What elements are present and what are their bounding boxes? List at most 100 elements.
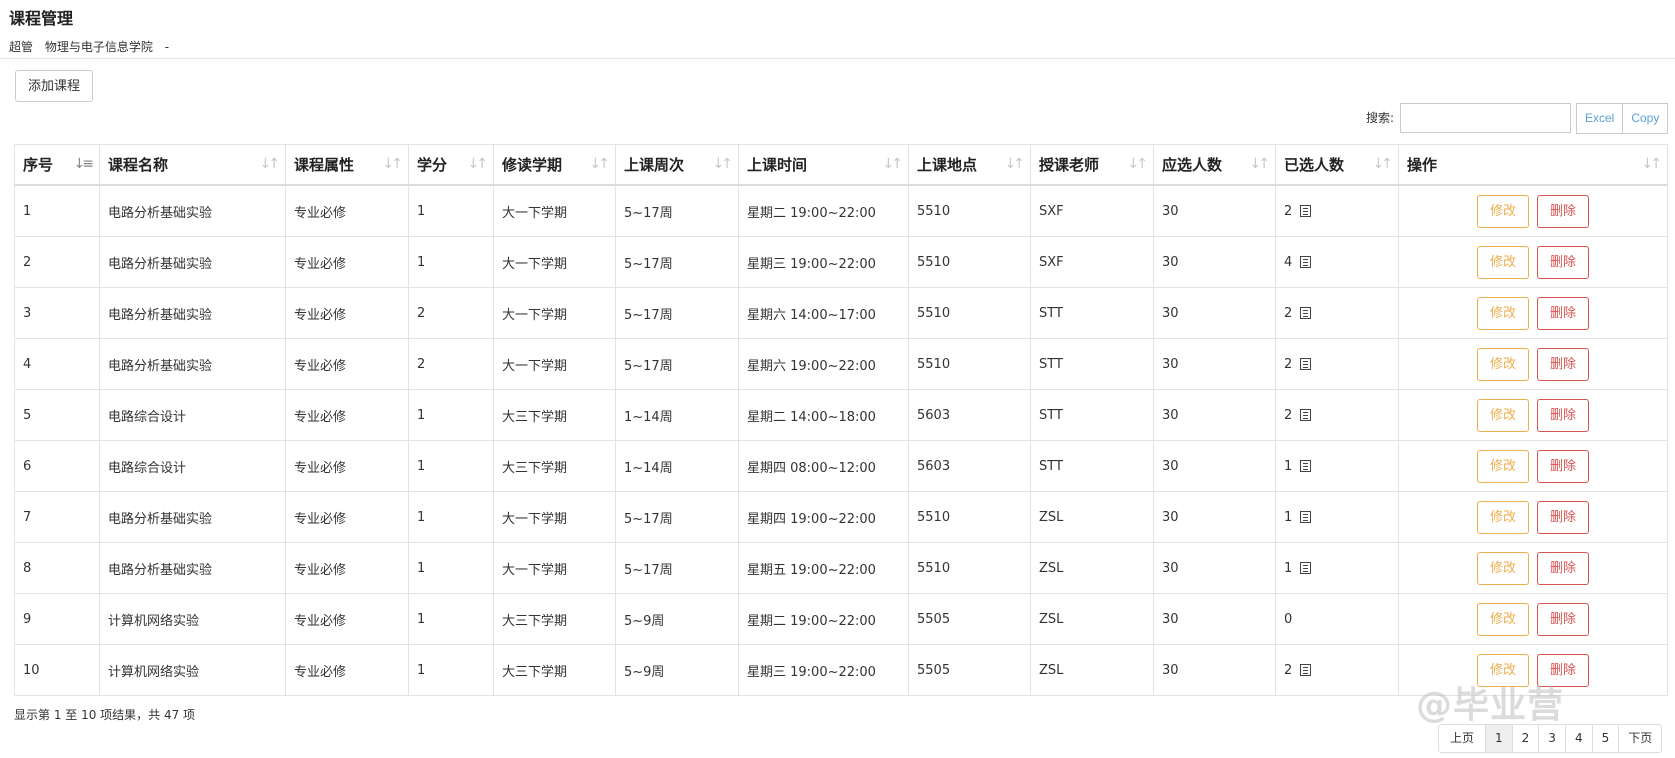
- column-header-cap[interactable]: 应选人数 ↓↑: [1153, 144, 1276, 186]
- cell-credit: 2: [408, 338, 494, 390]
- cell-teacher: STT: [1030, 338, 1154, 390]
- next-page-button[interactable]: 下页: [1618, 725, 1661, 752]
- page-button-4[interactable]: 4: [1564, 725, 1592, 752]
- export-button-group: Excel Copy: [1576, 103, 1669, 134]
- cell-ops: 修改 删除: [1398, 236, 1668, 288]
- column-header-credit[interactable]: 学分 ↓↑: [408, 144, 494, 186]
- table-row: 4 电路分析基础实验 专业必修 2 大一下学期 5~17周 星期六 19:00~22:00 5…: [14, 338, 1668, 390]
- cell-room: 5603: [908, 440, 1031, 492]
- edit-button[interactable]: 修改: [1477, 347, 1529, 381]
- sort-icon[interactable]: ↓↑: [1005, 156, 1026, 172]
- column-header-teacher[interactable]: 授课老师 ↓↑: [1030, 144, 1154, 186]
- search-input[interactable]: [1400, 103, 1571, 133]
- sort-icon[interactable]: ↓↑: [260, 156, 281, 172]
- column-header-label: 序号: [23, 156, 54, 174]
- cell-sel: 2: [1275, 389, 1399, 441]
- student-list-icon[interactable]: [1300, 459, 1312, 472]
- delete-button[interactable]: 删除: [1537, 296, 1589, 330]
- column-header-room[interactable]: 上课地点 ↓↑: [908, 144, 1031, 186]
- student-list-icon[interactable]: [1300, 204, 1312, 217]
- cell-credit: 1: [408, 593, 494, 645]
- student-list-icon[interactable]: [1300, 561, 1312, 574]
- table-row: 8 电路分析基础实验 专业必修 1 大一下学期 5~17周 星期五 19:00~22:00 5…: [14, 542, 1668, 594]
- sort-icon[interactable]: ↓↑: [383, 156, 404, 172]
- cell-room: 5510: [908, 542, 1031, 594]
- page-button-5[interactable]: 5: [1591, 725, 1619, 752]
- delete-button[interactable]: 删除: [1537, 245, 1589, 279]
- cell-credit: 1: [408, 236, 494, 288]
- selected-count: 2: [1284, 203, 1293, 219]
- edit-button[interactable]: 修改: [1477, 296, 1529, 330]
- column-header-weeks[interactable]: 上课周次 ↓↑: [615, 144, 739, 186]
- cell-credit: 1: [408, 542, 494, 594]
- column-header-term[interactable]: 修读学期 ↓↑: [493, 144, 616, 186]
- search-label: 搜索:: [1366, 111, 1395, 125]
- cell-weeks: 5~9周: [615, 593, 739, 645]
- sort-icon[interactable]: ↓↑: [1642, 156, 1663, 172]
- column-header-name[interactable]: 课程名称 ↓↑: [99, 144, 286, 186]
- cell-room: 5505: [908, 644, 1031, 696]
- sort-icon[interactable]: ↓↑: [883, 156, 904, 172]
- cell-teacher: STT: [1030, 389, 1154, 441]
- delete-button[interactable]: 删除: [1537, 449, 1589, 483]
- cell-weeks: 5~17周: [615, 338, 739, 390]
- add-course-button[interactable]: 添加课程: [15, 70, 94, 102]
- table-row: 6 电路综合设计 专业必修 1 大三下学期 1~14周 星期四 08:00~12:00 560…: [14, 440, 1668, 492]
- cell-no: 8: [14, 542, 100, 594]
- sort-icon[interactable]: ↓↑: [1128, 156, 1149, 172]
- cell-cap: 30: [1153, 491, 1276, 543]
- edit-button[interactable]: 修改: [1477, 449, 1529, 483]
- edit-button[interactable]: 修改: [1477, 194, 1529, 228]
- delete-button[interactable]: 删除: [1537, 194, 1589, 228]
- user-role: 超管: [9, 40, 34, 54]
- student-list-icon[interactable]: [1300, 663, 1312, 676]
- sort-icon[interactable]: ↓↑: [468, 156, 489, 172]
- cell-time: 星期五 19:00~22:00: [738, 542, 909, 594]
- delete-button[interactable]: 删除: [1537, 500, 1589, 534]
- cell-term: 大一下学期: [493, 491, 616, 543]
- header-divider: [0, 58, 1675, 59]
- cell-teacher: STT: [1030, 287, 1154, 339]
- sort-icon[interactable]: ↓↑: [1373, 156, 1394, 172]
- cell-cap: 30: [1153, 287, 1276, 339]
- student-list-icon[interactable]: [1300, 255, 1312, 268]
- copy-button[interactable]: Copy: [1623, 103, 1669, 134]
- delete-button[interactable]: 删除: [1537, 347, 1589, 381]
- prev-page-button[interactable]: 上页: [1439, 725, 1485, 752]
- excel-export-button[interactable]: Excel: [1576, 103, 1624, 134]
- delete-button[interactable]: 删除: [1537, 602, 1589, 636]
- cell-no: 7: [14, 491, 100, 543]
- sort-icon[interactable]: ↓↑: [590, 156, 611, 172]
- cell-ops: 修改 删除: [1398, 287, 1668, 339]
- page-button-3[interactable]: 3: [1538, 725, 1565, 752]
- edit-button[interactable]: 修改: [1477, 602, 1529, 636]
- student-list-icon[interactable]: [1300, 357, 1312, 370]
- cell-room: 5505: [908, 593, 1031, 645]
- page-header: 课程管理 超管 物理与电子信息学院 -: [9, 6, 177, 55]
- cell-ops: 修改 删除: [1398, 542, 1668, 594]
- page-button-2[interactable]: 2: [1511, 725, 1539, 752]
- sort-icon[interactable]: ↓↑: [1250, 156, 1271, 172]
- cell-sel: 4: [1275, 236, 1399, 288]
- edit-button[interactable]: 修改: [1477, 551, 1529, 585]
- sort-descending-icon[interactable]: ↓≡: [74, 156, 95, 172]
- cell-weeks: 1~14周: [615, 440, 739, 492]
- edit-button[interactable]: 修改: [1477, 500, 1529, 534]
- page-button-1[interactable]: 1: [1485, 725, 1512, 752]
- column-header-sel[interactable]: 已选人数 ↓↑: [1275, 144, 1399, 186]
- sort-icon[interactable]: ↓↑: [713, 156, 734, 172]
- edit-button[interactable]: 修改: [1477, 245, 1529, 279]
- column-header-no[interactable]: 序号 ↓≡: [14, 144, 100, 186]
- delete-button[interactable]: 删除: [1537, 551, 1589, 585]
- edit-button[interactable]: 修改: [1477, 398, 1529, 432]
- table-body: 1 电路分析基础实验 专业必修 1 大一下学期 5~17周 星期二 19:00~22:00 5…: [14, 184, 1668, 696]
- student-list-icon[interactable]: [1300, 408, 1312, 421]
- student-list-icon[interactable]: [1300, 306, 1312, 319]
- column-header-type[interactable]: 课程属性 ↓↑: [285, 144, 409, 186]
- delete-button[interactable]: 删除: [1537, 398, 1589, 432]
- cell-room: 5510: [908, 184, 1031, 237]
- cell-teacher: SXF: [1030, 184, 1154, 237]
- column-header-time[interactable]: 上课时间 ↓↑: [738, 144, 909, 186]
- student-list-icon[interactable]: [1300, 510, 1312, 523]
- column-header-ops[interactable]: 操作 ↓↑: [1398, 144, 1668, 186]
